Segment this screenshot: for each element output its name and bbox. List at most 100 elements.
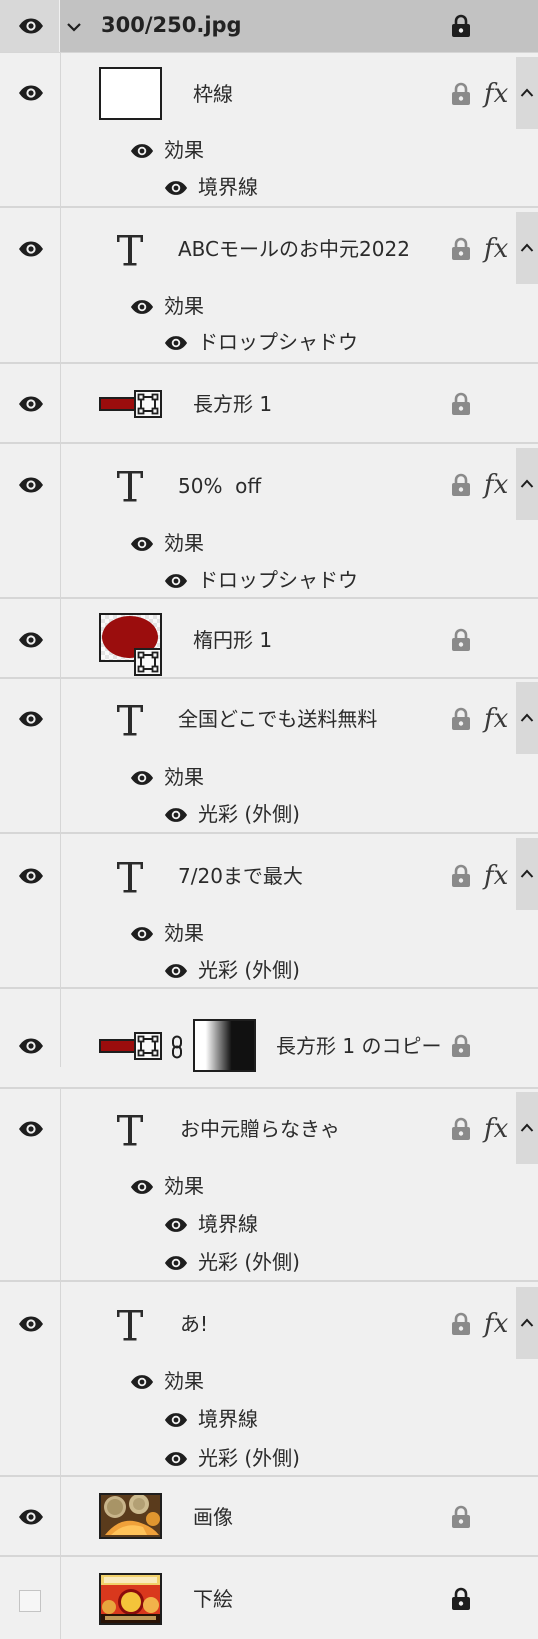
- text-layer-icon[interactable]: [115, 233, 145, 267]
- eye-icon[interactable]: [164, 963, 188, 979]
- eye-icon[interactable]: [18, 477, 44, 493]
- lock-icon[interactable]: [451, 1312, 471, 1336]
- chevron-up-icon[interactable]: [516, 1287, 538, 1359]
- lock-icon[interactable]: [451, 1587, 471, 1611]
- lock-icon[interactable]: [451, 473, 471, 497]
- lock-icon[interactable]: [451, 1117, 471, 1141]
- eye-icon[interactable]: [164, 1451, 188, 1467]
- indent-line: [60, 364, 61, 442]
- text-layer-icon[interactable]: [115, 1308, 145, 1342]
- lock-icon[interactable]: [451, 707, 471, 731]
- layer-name[interactable]: 楕円形 1: [193, 630, 272, 650]
- layer-name[interactable]: 枠線: [193, 84, 233, 104]
- lock-icon[interactable]: [451, 1505, 471, 1529]
- eye-icon[interactable]: [18, 85, 44, 101]
- layer-thumbnail[interactable]: [99, 67, 162, 120]
- eye-icon[interactable]: [18, 396, 44, 412]
- chevron-up-icon[interactable]: [516, 57, 538, 129]
- layer-name[interactable]: あ!: [180, 1314, 208, 1334]
- lock-icon[interactable]: [451, 237, 471, 261]
- layer-name[interactable]: 全国どこでも送料無料: [178, 709, 377, 729]
- divider: [0, 1475, 538, 1477]
- eye-icon[interactable]: [164, 180, 188, 196]
- eye-icon[interactable]: [18, 711, 44, 727]
- divider: [0, 206, 538, 208]
- eye-icon[interactable]: [164, 1255, 188, 1271]
- layer-name[interactable]: 50% off: [178, 476, 261, 496]
- layer-thumbnail[interactable]: [99, 1039, 139, 1053]
- effect-item[interactable]: 光彩 (外側): [198, 804, 300, 824]
- layer-name[interactable]: 画像: [193, 1507, 233, 1527]
- eye-icon[interactable]: [130, 770, 154, 786]
- effect-item[interactable]: 境界線: [198, 1409, 258, 1429]
- eye-icon[interactable]: [130, 536, 154, 552]
- eye-icon[interactable]: [18, 868, 44, 884]
- text-layer-icon[interactable]: [115, 860, 145, 894]
- eye-icon[interactable]: [18, 1121, 44, 1137]
- lock-icon[interactable]: [451, 628, 471, 652]
- layer-name[interactable]: お中元贈らなきゃ: [180, 1119, 340, 1139]
- layer-name[interactable]: 7/20まで最大: [178, 866, 303, 886]
- layer-thumbnail[interactable]: [99, 1573, 162, 1625]
- eye-icon[interactable]: [18, 1038, 44, 1054]
- eye-icon[interactable]: [130, 1374, 154, 1390]
- visibility-checkbox[interactable]: [19, 1590, 41, 1612]
- lock-icon[interactable]: [451, 392, 471, 416]
- lock-icon[interactable]: [451, 864, 471, 888]
- effect-item[interactable]: ドロップシャドウ: [198, 332, 358, 352]
- link-icon[interactable]: [171, 1035, 183, 1059]
- eye-icon[interactable]: [18, 632, 44, 648]
- text-layer-icon[interactable]: [115, 703, 145, 737]
- fx-icon[interactable]: fx: [484, 236, 508, 262]
- layer-name[interactable]: 長方形 1 のコピー: [276, 1036, 441, 1056]
- eye-icon[interactable]: [164, 1412, 188, 1428]
- fx-icon[interactable]: fx: [484, 472, 508, 498]
- fx-icon[interactable]: fx: [484, 863, 508, 889]
- eye-icon[interactable]: [164, 573, 188, 589]
- indent-line: [60, 444, 61, 597]
- layer-thumbnail[interactable]: [99, 1493, 162, 1539]
- layer-name[interactable]: 下絵: [193, 1589, 233, 1609]
- layer-name[interactable]: 長方形 1: [193, 394, 272, 414]
- chevron-up-icon[interactable]: [516, 1092, 538, 1164]
- effect-item[interactable]: 境界線: [198, 1214, 258, 1234]
- chevron-up-icon[interactable]: [516, 838, 538, 910]
- eye-icon[interactable]: [18, 18, 44, 34]
- eye-icon[interactable]: [18, 241, 44, 257]
- lock-icon[interactable]: [451, 1034, 471, 1058]
- text-layer-icon[interactable]: [115, 1113, 145, 1147]
- effect-item[interactable]: 光彩 (外側): [198, 960, 300, 980]
- layer-name[interactable]: ABCモールのお中元2022: [178, 239, 410, 259]
- fx-icon[interactable]: fx: [484, 81, 508, 107]
- eye-icon[interactable]: [164, 807, 188, 823]
- eye-icon[interactable]: [130, 926, 154, 942]
- eye-icon[interactable]: [130, 143, 154, 159]
- eye-icon[interactable]: [130, 299, 154, 315]
- eye-icon[interactable]: [164, 335, 188, 351]
- chevron-up-icon[interactable]: [516, 682, 538, 754]
- shape-badge-icon: [134, 1032, 162, 1060]
- fx-icon[interactable]: fx: [484, 1116, 508, 1142]
- fx-icon[interactable]: fx: [484, 706, 508, 732]
- eye-icon[interactable]: [18, 1509, 44, 1525]
- effects-label: 効果: [164, 921, 204, 945]
- fx-icon[interactable]: fx: [484, 1311, 508, 1337]
- chevron-up-icon[interactable]: [516, 448, 538, 520]
- indent-line: [60, 679, 61, 832]
- layer-thumbnail[interactable]: [99, 397, 139, 411]
- effect-item[interactable]: ドロップシャドウ: [198, 570, 358, 590]
- layer-mask-thumbnail[interactable]: [193, 1019, 256, 1072]
- indent-line: [60, 53, 61, 206]
- eye-icon[interactable]: [130, 1179, 154, 1195]
- chevron-down-icon[interactable]: [66, 18, 82, 32]
- effect-item[interactable]: 光彩 (外側): [198, 1448, 300, 1468]
- effect-item[interactable]: 光彩 (外側): [198, 1252, 300, 1272]
- lock-icon[interactable]: [451, 14, 471, 38]
- eye-icon[interactable]: [164, 1217, 188, 1233]
- chevron-up-icon[interactable]: [516, 212, 538, 284]
- lock-icon[interactable]: [451, 82, 471, 106]
- effect-item[interactable]: 境界線: [198, 177, 258, 197]
- text-layer-icon[interactable]: [115, 469, 145, 503]
- eye-icon[interactable]: [18, 1316, 44, 1332]
- divider: [0, 987, 538, 989]
